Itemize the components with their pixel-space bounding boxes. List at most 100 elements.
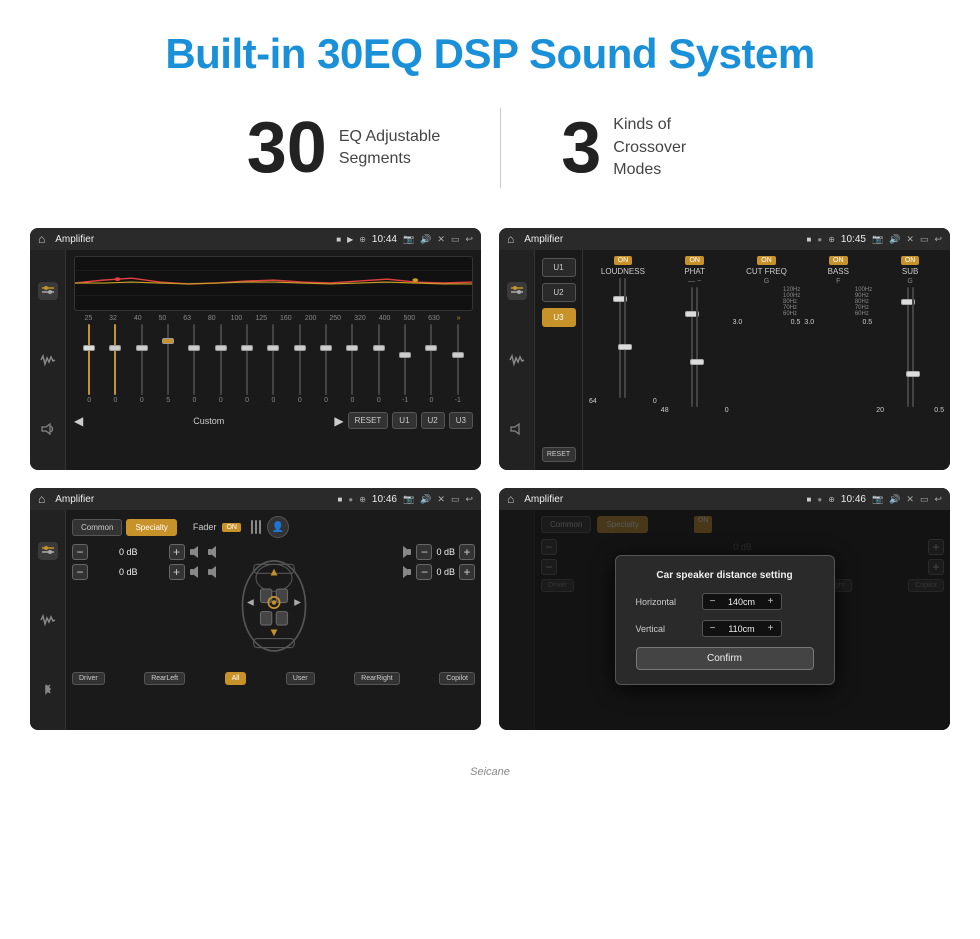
- freq-40: 40: [125, 315, 150, 322]
- dialog-vertical-plus[interactable]: +: [765, 623, 777, 634]
- fader-left-top-minus[interactable]: −: [72, 544, 88, 560]
- eq-slider-13[interactable]: -1: [392, 324, 418, 404]
- eq-camera-icon[interactable]: 📷: [403, 234, 414, 245]
- eq-slider-4[interactable]: 5: [155, 324, 181, 404]
- xover-close-icon[interactable]: ✕: [906, 234, 914, 245]
- dist-close-icon[interactable]: ✕: [906, 494, 914, 505]
- xover-icon-wave[interactable]: [507, 351, 527, 369]
- xover-u1-btn[interactable]: U1: [542, 258, 576, 277]
- fader-home-icon[interactable]: ⌂: [38, 492, 45, 506]
- eq-back-icon[interactable]: ↩: [465, 234, 473, 245]
- eq-play-icon[interactable]: ▶: [347, 235, 353, 244]
- eq-u2-btn[interactable]: U2: [421, 412, 445, 429]
- fader-window-icon[interactable]: ▭: [451, 494, 460, 505]
- xover-back-icon[interactable]: ↩: [934, 234, 942, 245]
- eq-prev-icon[interactable]: ◀: [74, 414, 83, 428]
- dist-camera-icon[interactable]: 📷: [872, 494, 883, 505]
- fader-preset-btns: Common Specialty: [72, 519, 177, 536]
- fader-profile-icon[interactable]: 👤: [267, 516, 289, 538]
- fader-user-btn[interactable]: User: [286, 672, 315, 685]
- xover-phat-slider2[interactable]: [696, 287, 698, 407]
- eq-slider-3[interactable]: 0: [129, 324, 155, 404]
- confirm-button[interactable]: Confirm: [636, 647, 814, 670]
- dist-back-icon[interactable]: ↩: [934, 494, 942, 505]
- xover-sub-on[interactable]: ON: [901, 256, 920, 265]
- eq-slider-2[interactable]: 0: [102, 324, 128, 404]
- fader-left-bot-plus[interactable]: +: [169, 564, 185, 580]
- dialog-vertical-minus[interactable]: −: [707, 623, 719, 634]
- eq-u3-btn[interactable]: U3: [449, 412, 473, 429]
- xover-window-icon[interactable]: ▭: [920, 234, 929, 245]
- fader-right-top-val: 0 dB: [436, 547, 455, 557]
- fader-left-bot-minus[interactable]: −: [72, 564, 88, 580]
- fader-camera-icon[interactable]: 📷: [403, 494, 414, 505]
- fader-all-btn[interactable]: All: [225, 672, 247, 685]
- fader-specialty-btn[interactable]: Specialty: [126, 519, 176, 536]
- dist-window-icon[interactable]: ▭: [920, 494, 929, 505]
- fader-right-top-plus[interactable]: +: [459, 544, 475, 560]
- xover-phat-slider1[interactable]: [691, 287, 693, 407]
- eq-window-icon[interactable]: ▭: [451, 234, 460, 245]
- dist-dot-icon: ●: [817, 495, 822, 504]
- xover-loudness-on[interactable]: ON: [614, 256, 633, 265]
- xover-loudness-values: 64 0: [589, 398, 657, 405]
- xover-icon-vol[interactable]: [507, 420, 527, 438]
- xover-camera-icon[interactable]: 📷: [872, 234, 883, 245]
- xover-sub-slider1[interactable]: [907, 287, 909, 407]
- dist-home-icon[interactable]: ⌂: [507, 492, 514, 506]
- eq-next-icon[interactable]: ▶: [334, 414, 343, 428]
- freq-more[interactable]: »: [446, 315, 471, 322]
- fader-common-btn[interactable]: Common: [72, 519, 122, 536]
- eq-icon-vol[interactable]: [38, 420, 58, 438]
- xover-u3-btn[interactable]: U3: [542, 308, 576, 327]
- fader-right-bot-minus[interactable]: −: [416, 564, 432, 580]
- dist-volume-icon[interactable]: 🔊: [889, 494, 900, 505]
- dialog-horizontal-plus[interactable]: +: [765, 596, 777, 607]
- fader-right-bot-plus[interactable]: +: [459, 564, 475, 580]
- xover-icon-tune[interactable]: [507, 282, 527, 300]
- freq-500: 500: [397, 315, 422, 322]
- fader-copilot-btn[interactable]: Copilot: [439, 672, 475, 685]
- xover-phat-on[interactable]: ON: [685, 256, 704, 265]
- fader-left-top-plus[interactable]: +: [169, 544, 185, 560]
- xover-sub-slider2[interactable]: [912, 287, 914, 407]
- fader-close-icon[interactable]: ✕: [437, 494, 445, 505]
- eq-slider-10[interactable]: 0: [313, 324, 339, 404]
- eq-slider-1[interactable]: 0: [76, 324, 102, 404]
- fader-rearright-btn[interactable]: RearRight: [354, 672, 400, 685]
- eq-slider-9[interactable]: 0: [287, 324, 313, 404]
- fader-on-badge[interactable]: ON: [222, 523, 241, 532]
- xover-bass-on[interactable]: ON: [829, 256, 848, 265]
- eq-home-icon[interactable]: ⌂: [38, 232, 45, 246]
- eq-slider-8[interactable]: 0: [260, 324, 286, 404]
- eq-icon-wave[interactable]: [38, 351, 58, 369]
- fader-right-top-minus[interactable]: −: [416, 544, 432, 560]
- fader-volume-icon[interactable]: 🔊: [420, 494, 431, 505]
- fader-icon-tune[interactable]: [38, 542, 58, 560]
- xover-home-icon[interactable]: ⌂: [507, 232, 514, 246]
- fader-icon-bt[interactable]: [38, 680, 58, 698]
- xover-volume-icon[interactable]: 🔊: [889, 234, 900, 245]
- eq-slider-12[interactable]: 0: [366, 324, 392, 404]
- eq-slider-7[interactable]: 0: [234, 324, 260, 404]
- eq-sliders: 0 0 0: [74, 324, 473, 404]
- xover-u2-btn[interactable]: U2: [542, 283, 576, 302]
- eq-reset-btn[interactable]: RESET: [348, 412, 389, 429]
- eq-slider-15[interactable]: -1: [445, 324, 471, 404]
- eq-slider-14[interactable]: 0: [418, 324, 444, 404]
- fader-driver-btn[interactable]: Driver: [72, 672, 105, 685]
- xover-loudness-slider1[interactable]: [619, 278, 621, 398]
- eq-icon-tune[interactable]: [38, 282, 58, 300]
- eq-slider-6[interactable]: 0: [208, 324, 234, 404]
- fader-icon-wave[interactable]: [38, 611, 58, 629]
- eq-u1-btn[interactable]: U1: [392, 412, 416, 429]
- eq-volume-icon[interactable]: 🔊: [420, 234, 431, 245]
- fader-back-icon[interactable]: ↩: [465, 494, 473, 505]
- dialog-horizontal-minus[interactable]: −: [707, 596, 719, 607]
- eq-slider-5[interactable]: 0: [181, 324, 207, 404]
- xover-reset-btn-side[interactable]: RESET: [542, 447, 576, 462]
- fader-rearleft-btn[interactable]: RearLeft: [144, 672, 185, 685]
- xover-cutfreq-on[interactable]: ON: [757, 256, 776, 265]
- eq-close-icon[interactable]: ✕: [437, 234, 445, 245]
- eq-slider-11[interactable]: 0: [339, 324, 365, 404]
